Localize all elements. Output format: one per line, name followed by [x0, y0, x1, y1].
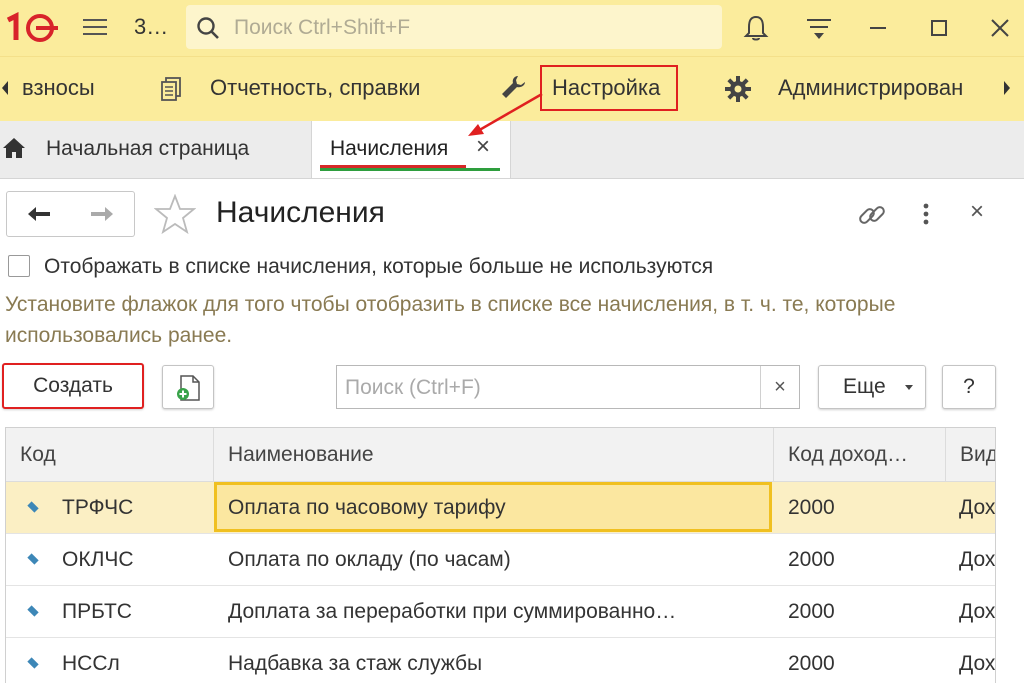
home-icon	[3, 138, 25, 158]
arrow-left-icon	[28, 207, 50, 221]
help-button[interactable]: ?	[942, 365, 996, 409]
chevron-down-icon	[905, 385, 913, 390]
table-row[interactable]: ОКЛЧС Оплата по окладу (по часам) 2000 Д…	[6, 534, 996, 586]
cell-code: ПРБТС	[62, 600, 132, 623]
reports-icon	[161, 77, 181, 101]
cell-kind: Дох	[959, 652, 996, 675]
show-unused-checkbox[interactable]	[8, 255, 30, 277]
column-header-name[interactable]: Наименование	[214, 428, 774, 482]
row-status-icon	[27, 605, 39, 617]
tab-green-underline	[320, 168, 500, 171]
cell-code: ТРФЧС	[62, 496, 134, 519]
cell-name: Доплата за переработки при суммированно…	[228, 600, 677, 623]
table-row[interactable]: НССл Надбавка за стаж службы 2000 Дох	[6, 638, 996, 683]
annotation-arrow	[468, 92, 543, 136]
bell-icon[interactable]	[740, 12, 772, 44]
section-reports[interactable]: Отчетность, справки	[210, 75, 420, 101]
maximize-icon[interactable]	[923, 12, 955, 44]
global-search-box[interactable]	[186, 5, 722, 49]
section-administration[interactable]: Администрирован	[778, 75, 986, 101]
hint-text: Установите флажок для того чтобы отобраз…	[5, 293, 896, 347]
tab-accruals-label: Начисления	[330, 137, 449, 160]
cell-name[interactable]: Оплата по часовому тарифу	[214, 482, 772, 532]
row-status-icon	[27, 553, 39, 565]
table-row[interactable]: ТРФЧС Оплата по часовому тарифу 2000 Дох	[6, 482, 996, 534]
scroll-right-arrow-icon[interactable]	[1002, 79, 1012, 97]
section-settings[interactable]: Настройка	[552, 75, 660, 101]
close-window-icon[interactable]	[984, 12, 1016, 44]
more-button-label: Еще	[843, 375, 886, 398]
global-search-input[interactable]	[232, 13, 706, 43]
cell-income-code: 2000	[788, 548, 835, 571]
cell-kind: Дох	[959, 600, 996, 623]
accruals-table: Код Наименование Код доход… Вид ТРФЧС Оп…	[5, 427, 996, 683]
create-button[interactable]: Создать	[2, 363, 144, 409]
tab-home-label: Начальная страница	[46, 137, 250, 160]
row-status-icon	[27, 501, 39, 513]
star-favorite-icon[interactable]	[154, 194, 196, 234]
top-bar: 1С 3…	[0, 0, 1024, 56]
cell-kind: Дох	[959, 496, 996, 519]
arrow-right-icon	[91, 207, 113, 221]
column-header-kind[interactable]: Вид	[946, 428, 995, 482]
1c-logo: 1С	[4, 12, 58, 42]
app-title: 3…	[134, 14, 169, 39]
link-icon[interactable]	[856, 200, 888, 230]
tab-home[interactable]: Начальная страница	[0, 121, 308, 178]
cell-name: Надбавка за стаж службы	[228, 652, 483, 675]
list-search-box[interactable]: ×	[336, 365, 800, 409]
section-contributions[interactable]: взносы	[22, 75, 95, 101]
column-header-income-code[interactable]: Код доход…	[774, 428, 946, 482]
back-button[interactable]	[6, 191, 72, 237]
cell-kind: Дох	[959, 548, 996, 571]
gear-icon	[725, 76, 751, 102]
search-clear-button[interactable]: ×	[760, 366, 799, 408]
cell-income-code: 2000	[788, 496, 835, 519]
show-unused-label[interactable]: Отображать в списке начисления, которые …	[44, 255, 713, 279]
column-header-code[interactable]: Код	[6, 428, 214, 482]
filter-menu-icon[interactable]	[803, 12, 835, 44]
row-status-icon	[27, 657, 39, 669]
minimize-icon[interactable]	[862, 12, 894, 44]
copy-document-icon	[177, 375, 200, 401]
scroll-left-arrow-icon[interactable]	[0, 79, 10, 97]
cell-name: Оплата по окладу (по часам)	[228, 548, 511, 571]
cell-code: ОКЛЧС	[62, 548, 134, 571]
cell-income-code: 2000	[788, 652, 835, 675]
form-title: Начисления	[216, 196, 385, 229]
cell-income-code: 2000	[788, 600, 835, 623]
list-search-input[interactable]	[343, 374, 757, 402]
forward-button[interactable]	[70, 191, 135, 237]
more-options-icon[interactable]	[918, 202, 934, 228]
more-button[interactable]: Еще	[818, 365, 926, 409]
main-menu-button[interactable]	[80, 14, 110, 42]
copy-button[interactable]	[162, 365, 214, 409]
form-close-button[interactable]: ×	[970, 198, 984, 226]
logo-text: 1С	[4, 12, 6, 13]
table-row[interactable]: ПРБТС Доплата за переработки при суммиро…	[6, 586, 996, 638]
cell-code: НССл	[62, 652, 120, 675]
search-icon	[197, 17, 219, 39]
